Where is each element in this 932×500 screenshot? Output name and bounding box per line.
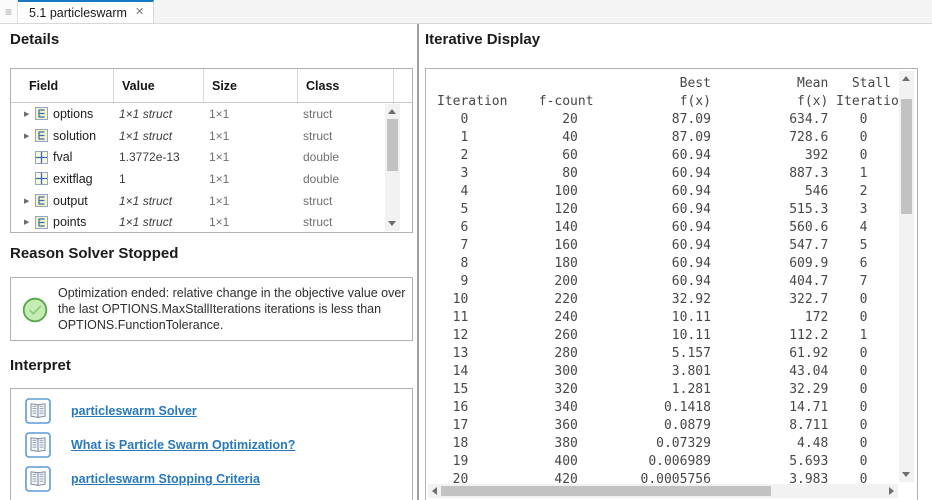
details-rows: ▶ options 1×1 struct 1×1 struct ▶ solution 1×1 … [11,103,412,233]
struct-icon [35,194,48,208]
value-cell: 1.3772e-13 [119,150,180,165]
class-cell: double [303,150,340,165]
iterative-output: Best Mean Stall Iteration f-count f(x) f… [437,76,898,487]
iterative-vscrollbar[interactable] [899,71,914,482]
reason-text-line: the last OPTIONS.MaxStallIterations iter… [58,302,382,316]
size-cell: 1×1 [209,150,230,165]
hamburger-icon: ≡ [4,4,12,19]
details-header-filler [394,69,412,102]
details-row-exitflag[interactable]: exitflag 1 1×1 double [11,168,412,190]
iterative-box: Best Mean Stall Iteration f-count f(x) f… [425,68,918,500]
doc-link[interactable]: particleswarm Stopping Criteria [71,472,260,486]
size-cell: 1×1 [209,128,230,143]
details-header-row: Field Value Size Class [11,69,412,103]
field-label: exitflag [53,171,93,186]
book-icon [25,466,51,492]
class-cell: struct [303,106,333,121]
doc-link-item: particleswarm Solver [25,398,197,424]
details-row-points[interactable]: ▶ points 1×1 struct 1×1 struct [11,211,412,233]
scroll-thumb[interactable] [387,119,398,171]
details-title: Details [10,31,60,48]
class-cell: double [303,171,340,186]
matrix-icon [35,150,48,164]
details-vscrollbar[interactable] [385,104,400,231]
scroll-up-icon[interactable] [902,76,910,81]
scroll-thumb[interactable] [901,99,912,214]
details-col-header-size: Size [204,69,298,102]
tab-bar: ≡ 5.1 particleswarm ✕ [0,0,932,24]
document-content: Details Field Value Size Class ▶ options 1… [0,24,932,500]
details-row-options[interactable]: ▶ options 1×1 struct 1×1 struct [11,103,412,125]
scroll-right-icon[interactable] [889,487,894,495]
expand-arrow-icon[interactable]: ▶ [24,132,35,140]
book-icon [25,398,51,424]
details-row-fval[interactable]: fval 1.3772e-13 1×1 double [11,146,412,168]
field-cell: ▶ solution [11,129,114,143]
value-cell: 1×1 struct [119,128,173,143]
field-label: output [53,193,88,208]
value-cell: 1×1 struct [119,106,173,121]
expand-arrow-icon[interactable]: ▶ [24,110,35,118]
expand-arrow-icon[interactable]: ▶ [24,218,35,226]
success-check-icon [22,297,48,323]
interpret-title: Interpret [10,357,71,374]
doc-link-item: What is Particle Swarm Optimization? [25,432,295,458]
iterative-title: Iterative Display [425,31,541,48]
class-cell: struct [303,193,333,208]
matrix-icon [35,172,48,186]
struct-icon [35,215,48,229]
value-cell: 1×1 struct [119,193,173,208]
scroll-thumb[interactable] [441,486,771,496]
value-cell: 1×1 struct [119,215,173,230]
details-row-solution[interactable]: ▶ solution 1×1 struct 1×1 struct [11,125,412,147]
size-cell: 1×1 [209,193,230,208]
field-label: solution [53,128,97,143]
book-icon [25,432,51,458]
scroll-down-icon[interactable] [902,472,910,477]
class-cell: struct [303,215,333,230]
struct-icon [35,107,48,121]
reason-box: Optimization ended: relative change in t… [10,277,413,341]
interpret-box: particleswarm Solver What is Particle Swa… [10,388,413,500]
details-col-header-class: Class [298,69,394,102]
scroll-down-icon[interactable] [388,221,396,226]
field-label: fval [53,150,73,165]
pane-divider[interactable] [417,24,419,500]
field-cell: fval [11,150,114,164]
reason-text: Optimization ended: relative change in t… [58,285,405,333]
class-cell: struct [303,128,333,143]
tab-label: 5.1 particleswarm [29,5,127,20]
field-cell: exitflag [11,172,114,186]
details-row-output[interactable]: ▶ output 1×1 struct 1×1 struct [11,190,412,212]
details-body: ▶ options 1×1 struct 1×1 struct ▶ solution 1×1 … [11,103,412,233]
details-table: Field Value Size Class ▶ options 1×1 struc… [10,68,413,233]
reason-text-line: OPTIONS.FunctionTolerance. [58,318,224,332]
tab-close-icon[interactable]: ✕ [135,7,144,18]
struct-icon [35,129,48,142]
scroll-left-icon[interactable] [432,487,437,495]
size-cell: 1×1 [209,106,230,121]
details-col-header-field: Field [11,69,114,102]
field-cell: ▶ points [11,215,114,229]
scroll-up-icon[interactable] [388,109,396,114]
panel-menu-button[interactable]: ≡ [0,0,18,23]
field-cell: ▶ options [11,107,114,121]
reason-title: Reason Solver Stopped [10,245,179,262]
expand-arrow-icon[interactable]: ▶ [24,197,35,205]
iterative-hscrollbar[interactable] [428,484,898,498]
field-label: points [53,215,87,230]
field-label: options [53,106,94,121]
reason-text-line: Optimization ended: relative change in t… [58,286,406,300]
field-cell: ▶ output [11,194,114,208]
value-cell: 1 [119,171,126,186]
tab-particleswarm[interactable]: 5.1 particleswarm ✕ [18,0,155,23]
details-col-header-value: Value [114,69,204,102]
doc-link-item: particleswarm Stopping Criteria [25,466,260,492]
size-cell: 1×1 [209,215,230,230]
size-cell: 1×1 [209,171,230,186]
doc-link[interactable]: particleswarm Solver [71,404,197,418]
doc-link[interactable]: What is Particle Swarm Optimization? [71,438,295,452]
